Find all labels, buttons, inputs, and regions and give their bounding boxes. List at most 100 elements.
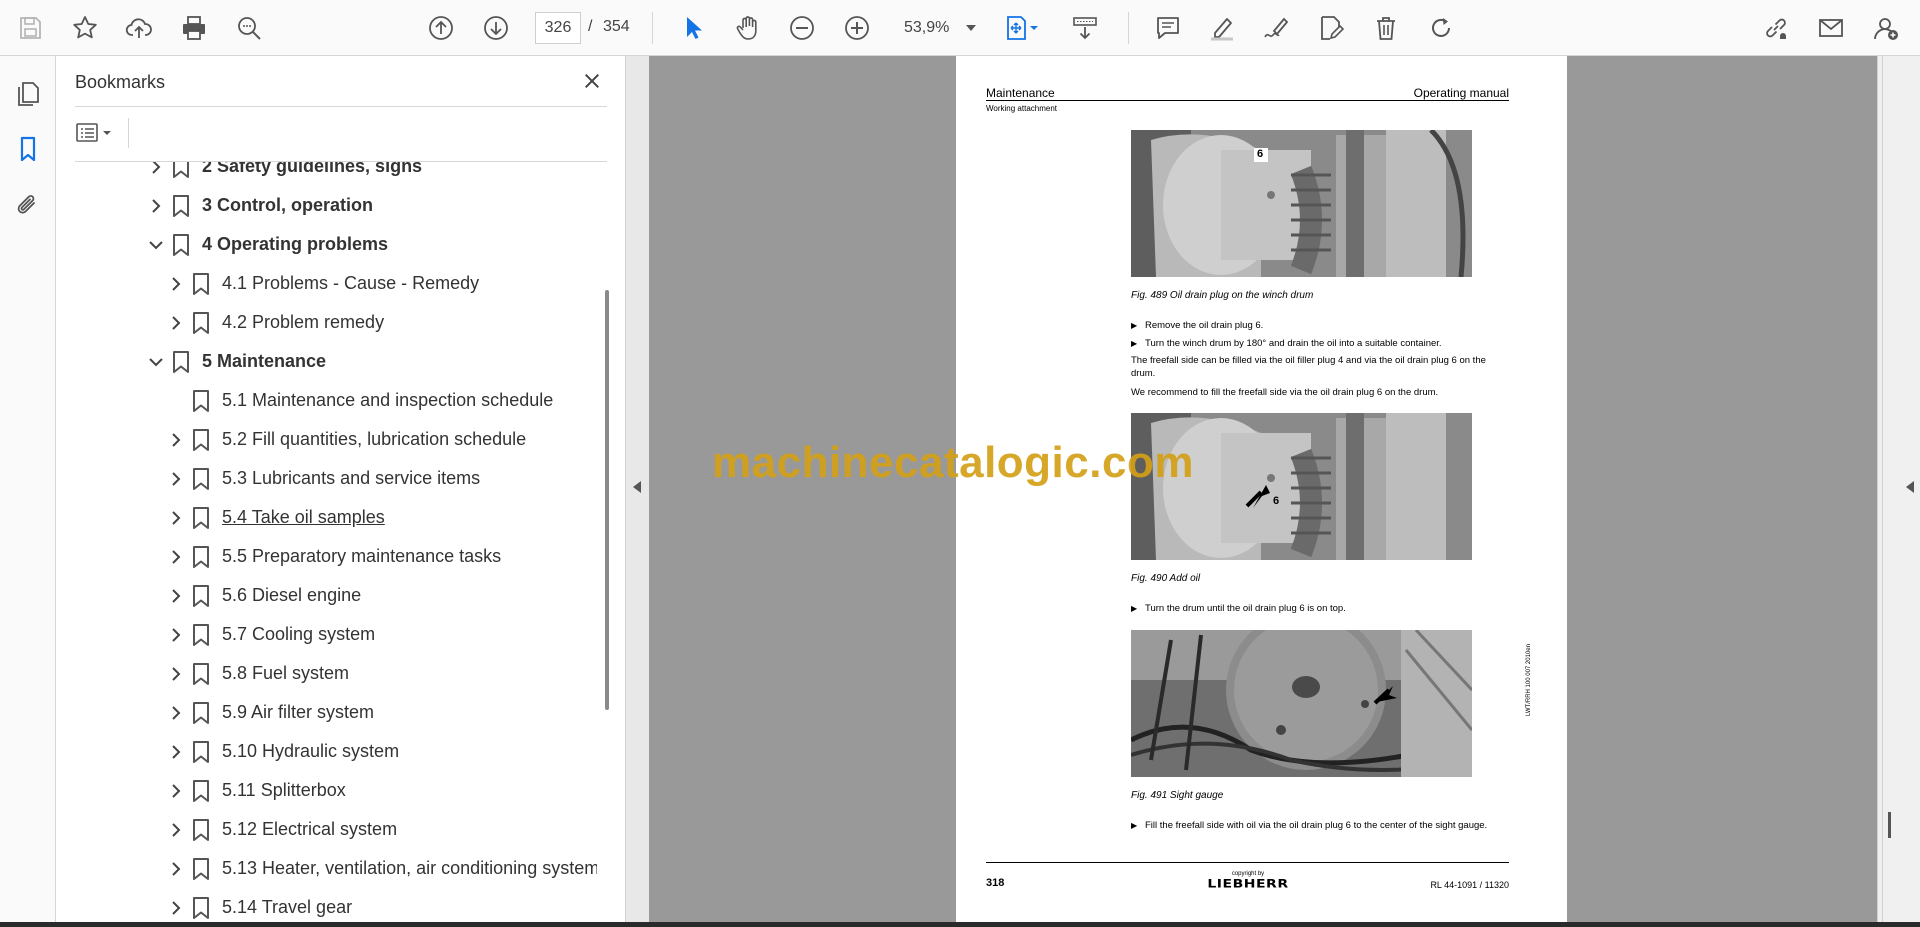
figure-callout-6: 6	[1257, 148, 1264, 160]
bookmarks-panel-title: Bookmarks	[75, 72, 166, 92]
chevron-right-icon[interactable]	[167, 860, 185, 878]
chevron-right-icon[interactable]	[167, 743, 185, 761]
delete-icon[interactable]	[1367, 9, 1405, 47]
account-icon[interactable]	[1867, 9, 1905, 47]
bookmark-icon	[193, 273, 209, 295]
attachments-icon[interactable]	[9, 186, 47, 224]
zoom-out-icon[interactable]	[783, 9, 821, 47]
chevron-right-icon[interactable]	[167, 470, 185, 488]
chevron-right-icon[interactable]	[167, 704, 185, 722]
bookmark-item[interactable]: 2 Safety guidelines, signs	[57, 162, 597, 186]
chevron-right-icon[interactable]	[167, 587, 185, 605]
bookmark-item[interactable]: 5.10 Hydraulic system	[57, 732, 597, 771]
bookmark-icon	[193, 468, 209, 490]
chevron-right-icon[interactable]	[167, 275, 185, 293]
chevron-right-icon[interactable]	[167, 548, 185, 566]
chevron-right-icon[interactable]	[167, 665, 185, 683]
hand-tool-icon[interactable]	[729, 9, 767, 47]
close-icon[interactable]	[577, 66, 607, 96]
bookmark-icon	[193, 897, 209, 919]
comment-icon[interactable]	[1149, 9, 1187, 47]
bookmarks-panel: Bookmarks 2 Safety guidelines, signs 3 Co…	[57, 56, 625, 922]
bookmark-item[interactable]: 5.9 Air filter system	[57, 693, 597, 732]
bookmark-item[interactable]: 5.11 Splitterbox	[57, 771, 597, 810]
next-page-icon[interactable]	[477, 9, 515, 47]
select-cursor-icon[interactable]	[674, 9, 712, 47]
liebherr-logo: LIEBHERR	[1207, 877, 1289, 891]
bookmark-item[interactable]: 5.6 Diesel engine	[57, 576, 597, 615]
list-options-icon	[76, 123, 111, 142]
bookmark-icon	[193, 312, 209, 334]
page-header-section: Maintenance	[986, 86, 1055, 100]
save-icon[interactable]	[11, 9, 49, 47]
bookmark-icon	[193, 819, 209, 841]
bookmark-label: 5.1 Maintenance and inspection schedule	[222, 390, 554, 410]
bookmark-item[interactable]: 4 Operating problems	[57, 225, 597, 264]
bookmark-item[interactable]: 5.5 Preparatory maintenance tasks	[57, 537, 597, 576]
paragraph-recommendation: We recommend to fill the freefall side v…	[1131, 387, 1439, 398]
bookmarks-scrollbar-thumb[interactable]	[605, 290, 609, 710]
bookmark-item[interactable]: 5.14 Travel gear	[57, 888, 597, 922]
print-icon[interactable]	[175, 9, 213, 47]
chevron-right-icon[interactable]	[167, 782, 185, 800]
bookmark-label: 3 Control, operation	[202, 195, 373, 215]
bookmark-item[interactable]: 3 Control, operation	[57, 186, 597, 225]
bookmark-icon	[173, 351, 189, 373]
instruction-turn-drum: Turn the winch drum by 180° and drain th…	[1131, 337, 1501, 350]
bookmark-item[interactable]: 5 Maintenance	[57, 342, 597, 381]
cloud-upload-icon[interactable]	[120, 9, 158, 47]
zoom-level-value: 53,9%	[904, 19, 950, 36]
chevron-down-icon[interactable]	[147, 236, 165, 254]
previous-page-icon[interactable]	[422, 9, 460, 47]
highlight-pen-icon[interactable]	[1203, 9, 1241, 47]
expand-right-panel-icon[interactable]	[1906, 481, 1914, 493]
footer-rule	[986, 862, 1509, 863]
bookmarks-icon[interactable]	[9, 130, 47, 168]
draw-freeform-icon[interactable]	[1257, 9, 1295, 47]
chevron-down-icon[interactable]	[147, 353, 165, 371]
chevron-right-icon[interactable]	[147, 197, 165, 215]
bookmark-label: 5.14 Travel gear	[222, 897, 353, 917]
document-scrollbar-thumb[interactable]	[1888, 812, 1891, 838]
bookmark-item[interactable]: 5.4 Take oil samples	[57, 498, 597, 537]
chevron-right-icon[interactable]	[167, 431, 185, 449]
bookmark-item[interactable]: 5.13 Heater, ventilation, air conditioni…	[57, 849, 597, 888]
collapse-panel-handle[interactable]	[625, 56, 649, 922]
chevron-right-icon[interactable]	[167, 314, 185, 332]
bookmark-item[interactable]: 5.12 Electrical system	[57, 810, 597, 849]
zoom-level-dropdown[interactable]: 53,9%	[898, 12, 978, 44]
fit-page-icon[interactable]	[998, 9, 1046, 47]
chevron-right-icon[interactable]	[167, 821, 185, 839]
document-scrollbar[interactable]	[1877, 56, 1920, 922]
page-thumbnails-icon[interactable]	[9, 75, 47, 113]
chevron-right-icon[interactable]	[167, 626, 185, 644]
bookmark-item[interactable]: 5.7 Cooling system	[57, 615, 597, 654]
footer-page-number: 318	[986, 877, 1005, 889]
bookmark-item[interactable]: 5.3 Lubricants and service items	[57, 459, 597, 498]
bookmark-item[interactable]: 4.1 Problems - Cause - Remedy	[57, 264, 597, 303]
find-icon[interactable]	[230, 9, 268, 47]
zoom-in-icon[interactable]	[838, 9, 876, 47]
scrolling-mode-icon[interactable]	[1066, 9, 1104, 47]
chevron-right-icon[interactable]	[167, 899, 185, 917]
chevron-right-icon[interactable]	[147, 162, 165, 176]
rotate-icon[interactable]	[1422, 9, 1460, 47]
email-icon[interactable]	[1812, 9, 1850, 47]
bookmark-label: 4.1 Problems - Cause - Remedy	[222, 273, 480, 293]
chevron-down-icon	[966, 25, 976, 31]
bookmark-label: 4.2 Problem remedy	[222, 312, 385, 332]
star-icon[interactable]	[66, 9, 104, 47]
paragraph-freefall-fill: The freefall side can be filled via the …	[1131, 355, 1486, 379]
toolbar-divider	[1128, 12, 1129, 44]
bookmark-item[interactable]: 5.2 Fill quantities, lubrication schedul…	[57, 420, 597, 459]
bookmark-item[interactable]: 5.1 Maintenance and inspection schedule	[57, 381, 597, 420]
chevron-right-icon[interactable]	[167, 509, 185, 527]
share-link-icon[interactable]	[1757, 9, 1795, 47]
bookmark-options-button[interactable]	[75, 118, 119, 148]
edit-pdf-icon[interactable]	[1312, 9, 1350, 47]
bookmark-label: 5.4 Take oil samples	[222, 507, 385, 527]
bookmark-item[interactable]: 5.8 Fuel system	[57, 654, 597, 693]
bookmark-item[interactable]: 4.2 Problem remedy	[57, 303, 597, 342]
watermark-text: machinecatalogic.com	[712, 438, 1194, 487]
page-number-input[interactable]: 326	[535, 12, 581, 44]
